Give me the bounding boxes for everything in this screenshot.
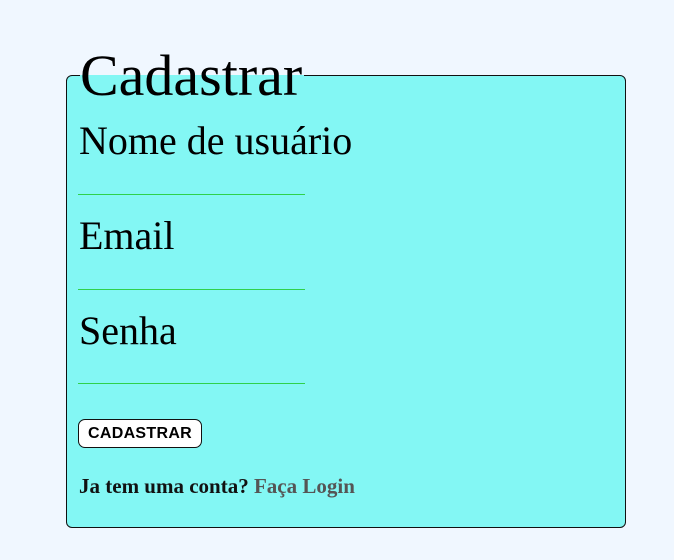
password-label: Senha [79, 308, 177, 353]
email-label: Email [79, 213, 175, 258]
login-prompt-text: Ja tem uma conta? [79, 474, 249, 498]
form-title: Cadastrar [80, 42, 305, 110]
login-link[interactable]: Faça Login [254, 474, 355, 498]
username-input[interactable] [78, 171, 305, 195]
login-prompt-line: Ja tem uma conta? Faça Login [79, 473, 355, 499]
email-input[interactable] [78, 266, 305, 290]
password-input[interactable] [78, 360, 305, 384]
username-label: Nome de usuário [79, 118, 353, 163]
signup-button[interactable]: CADASTRAR [78, 419, 203, 448]
